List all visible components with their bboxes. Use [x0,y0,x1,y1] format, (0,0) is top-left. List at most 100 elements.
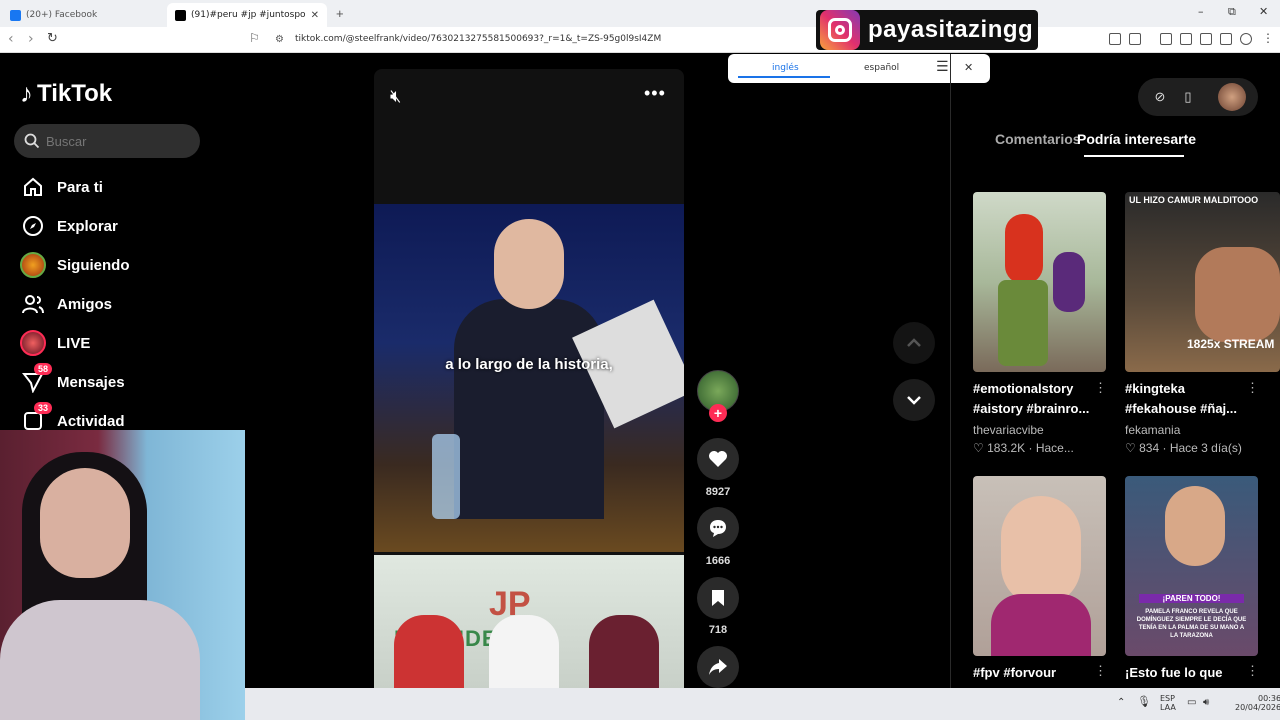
translate-source-tab[interactable]: inglés [772,63,799,73]
more-options-icon[interactable]: ⋮ [1246,663,1259,679]
sidebar-item-label: Siguiendo [57,256,130,274]
tiktok-icon [175,9,186,21]
more-options-icon[interactable]: ⋮ [1094,663,1107,679]
sidebar-item-live[interactable]: LIVE [20,326,220,360]
messages-badge: 58 [34,363,53,375]
minimize-button[interactable]: – [1198,5,1204,18]
language-indicator[interactable]: ESP LAA [1160,694,1176,712]
sidebar-item-label: Explorar [57,217,118,235]
address-bar: ‹ › ↻ ⚐ ⚙ tiktok.com/@steelfrank/video/7… [0,27,1280,53]
video-person-center [489,615,559,689]
volume-icon[interactable]: 🔊︎ [1203,697,1209,708]
screenshot-icon[interactable] [1129,33,1141,45]
messages-icon: 58 [20,363,53,395]
more-options-icon[interactable]: ⋮ [1094,380,1107,396]
next-video-button[interactable] [893,379,935,421]
wallet-icon[interactable] [1200,33,1212,45]
site-info-icon[interactable]: ⚙ [275,34,284,45]
forward-icon[interactable]: › [28,31,34,47]
like-button[interactable] [697,438,739,480]
heart-outline-icon: ♡ [1125,441,1136,455]
ai-icon[interactable] [1220,33,1232,45]
tab-comentarios[interactable]: Comentarios [995,131,1081,147]
recommended-meta: ♡ 183.2K · Hace... [973,441,1074,455]
home-icon [20,174,46,200]
tray-chevron-icon[interactable]: ⌃ [1117,697,1125,708]
recommended-author[interactable]: thevariacvibe [973,423,1044,437]
heart-icon [709,451,727,467]
chevron-down-icon [907,396,921,405]
instagram-handle: payasitazingg [868,16,1034,43]
sidebar-item-label: Mensajes [57,373,125,391]
webcam-overlay [0,430,245,720]
recommended-title[interactable]: ¡Esto fue lo que [1125,663,1250,683]
close-window-button[interactable]: ✕ [1259,5,1268,18]
translate-target-tab[interactable]: español [864,63,899,73]
webcam-person-body [0,600,200,720]
recommended-title[interactable]: #fpv #forvour [973,663,1098,683]
sidebar-item-amigos[interactable]: Amigos [20,287,220,321]
recommended-thumbnail[interactable] [973,476,1106,656]
sidebar-item-para-ti[interactable]: Para ti [20,170,220,204]
video-player[interactable]: a lo largo de la historia, JP PRESIDENTE… [374,69,684,689]
menu-icon[interactable]: ⋮ [1262,31,1274,45]
url-field[interactable]: tiktok.com/@steelfrank/video/76302132755… [295,34,661,44]
video-caption: a lo largo de la historia, [445,356,613,373]
save-count: 718 [708,624,728,636]
tab-tiktok[interactable]: (91)#peru #jp #juntosporelpe ✕ [167,3,327,27]
video-top-frame [374,204,684,552]
microphone-icon[interactable]: 🎙︎ [1137,695,1151,708]
sidebar-item-label: Amigos [57,295,113,313]
recommended-title[interactable]: #kingteka #fekahouse #ñaj... [1125,379,1250,419]
follow-plus-icon[interactable]: + [709,404,727,422]
sidebar-icon[interactable] [1180,33,1192,45]
video-bottle [432,434,460,519]
video-person-right [589,615,659,689]
network-icon[interactable]: ▭ [1187,697,1196,708]
tab-facebook[interactable]: (20+) Facebook [2,3,167,27]
share-button[interactable] [697,646,739,688]
facebook-icon [10,9,21,21]
close-tab-icon[interactable]: ✕ [311,10,319,21]
phone-icon[interactable]: ▯ [1178,87,1198,107]
recommended-thumbnail[interactable] [973,192,1106,372]
translate-close-icon[interactable]: ✕ [964,61,973,74]
brand-name: TikTok [37,79,113,107]
clock[interactable]: 00:36 20/04/2026 [1235,694,1280,712]
sidebar-item-mensajes[interactable]: 58 Mensajes [20,363,220,399]
music-icon[interactable] [1160,33,1172,45]
tab-podria-interesarte[interactable]: Podría interesarte [1077,131,1196,147]
search-box[interactable] [14,124,200,158]
compass-icon[interactable]: ⊘ [1150,87,1170,107]
sidebar-item-siguiendo[interactable]: Siguiendo [20,248,220,282]
shield-icon[interactable] [1240,33,1252,45]
video-bottom-frame: JP PRESIDENTE [374,555,684,689]
comment-button[interactable] [697,507,739,549]
extensions-icon[interactable] [1109,33,1121,45]
sidebar-item-explorar[interactable]: Explorar [20,209,220,243]
share-icon [709,659,727,675]
recommended-title[interactable]: #emotionalstory #aistory #brainro... [973,379,1098,419]
new-tab-button[interactable]: + [336,6,344,21]
recommended-author[interactable]: fekamania [1125,423,1180,437]
more-options-icon[interactable]: ⋮ [1246,380,1259,396]
chevron-up-icon [907,338,921,347]
right-toolbar: ⊘ ▯ [1138,78,1258,116]
user-avatar[interactable] [1218,83,1246,111]
tab-label: (20+) Facebook [26,10,98,20]
recommended-thumbnail[interactable]: UL HIZO CAMUR MALDITOOOOC 1825x STREAM [1125,192,1280,372]
search-input[interactable] [46,133,186,149]
compass-icon [20,213,46,239]
activity-badge: 33 [34,402,53,414]
tiktok-logo[interactable]: ♪ TikTok [20,78,112,109]
back-icon[interactable]: ‹ [8,31,14,47]
mute-icon[interactable]: 🔇︎ [390,86,401,107]
maximize-button[interactable]: ⧉ [1228,5,1236,19]
bookmark-icon[interactable]: ⚐ [249,31,260,45]
save-button[interactable] [697,577,739,619]
reload-icon[interactable]: ↻ [47,31,58,46]
previous-video-button[interactable] [893,322,935,364]
translate-menu-icon[interactable]: ☰ [936,59,949,75]
more-options-icon[interactable]: ••• [644,83,666,104]
recommended-thumbnail[interactable]: ¡PAREN TODO! PAMELA FRANCO REVELA QUE DO… [1125,476,1258,656]
